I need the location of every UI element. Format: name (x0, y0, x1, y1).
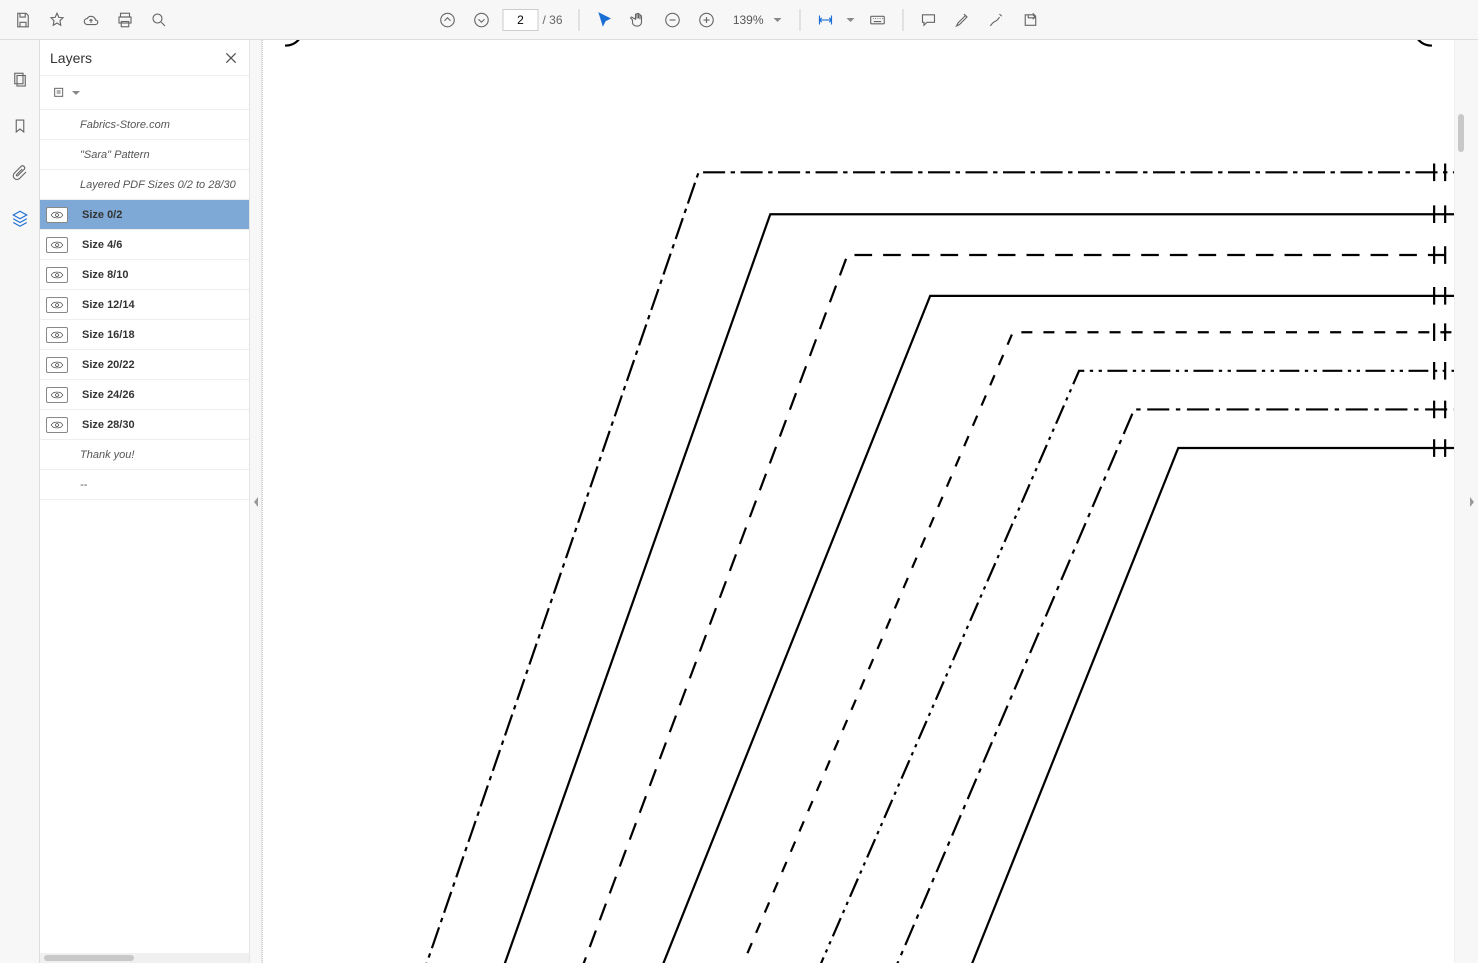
keyboard-button[interactable] (861, 3, 895, 37)
scrollbar-thumb[interactable] (44, 955, 134, 961)
visibility-toggle[interactable] (46, 207, 68, 223)
panel-horizontal-scrollbar[interactable] (40, 953, 249, 963)
layer-size-row[interactable]: Size 20/22 (40, 350, 249, 380)
chevron-down-icon (847, 18, 855, 22)
layer-info-row[interactable]: Fabrics-Store.com (40, 110, 249, 140)
thumbnails-tab[interactable] (6, 66, 34, 94)
erase-button[interactable] (1014, 3, 1048, 37)
collapse-sidepanel-button[interactable] (250, 40, 262, 963)
layer-size-row[interactable]: Size 4/6 (40, 230, 249, 260)
visibility-toggle[interactable] (46, 387, 68, 403)
visibility-toggle[interactable] (46, 267, 68, 283)
pan-tool[interactable] (622, 3, 656, 37)
layer-label: Size 24/26 (82, 389, 135, 401)
page-up-button[interactable] (430, 3, 464, 37)
layer-size-row[interactable]: Size 12/14 (40, 290, 249, 320)
layers-panel: Layers Fabrics-Store.com "Sara" Pattern … (40, 40, 250, 963)
viewer-vertical-scrollbar[interactable] (1454, 40, 1466, 963)
layer-size-row[interactable]: Size 24/26 (40, 380, 249, 410)
layer-label: Size 20/22 (82, 359, 135, 371)
page-total-label: / 36 (542, 13, 562, 27)
visibility-toggle[interactable] (46, 357, 68, 373)
cloud-upload-button[interactable] (74, 3, 108, 37)
layer-size-row[interactable]: Size 8/10 (40, 260, 249, 290)
layer-info-row[interactable]: "Sara" Pattern (40, 140, 249, 170)
scrollbar-thumb[interactable] (1458, 114, 1464, 152)
layer-size-row[interactable]: Size 16/18 (40, 320, 249, 350)
page-down-button[interactable] (464, 3, 498, 37)
save-button[interactable] (6, 3, 40, 37)
layers-tab[interactable] (6, 204, 34, 232)
layer-size-row[interactable]: Size 0/2 (40, 200, 249, 230)
print-button[interactable] (108, 3, 142, 37)
visibility-toggle[interactable] (46, 237, 68, 253)
document-viewer[interactable] (262, 40, 1454, 963)
layer-label: Size 8/10 (82, 269, 128, 281)
toolbar-separator (903, 9, 904, 31)
chevron-down-icon (72, 91, 80, 95)
bookmarks-tab[interactable] (6, 112, 34, 140)
visibility-toggle[interactable] (46, 297, 68, 313)
comment-button[interactable] (912, 3, 946, 37)
attachments-tab[interactable] (6, 158, 34, 186)
close-panel-button[interactable] (223, 50, 239, 66)
zoom-out-button[interactable] (656, 3, 690, 37)
layers-options-button[interactable] (48, 83, 90, 103)
layer-label: Size 28/30 (82, 419, 135, 431)
layer-label: Size 4/6 (82, 239, 122, 251)
layer-info-row[interactable]: Layered PDF Sizes 0/2 to 28/30 (40, 170, 249, 200)
zoom-value-label: 139% (728, 13, 768, 27)
layer-size-row[interactable]: Size 28/30 (40, 410, 249, 440)
find-button[interactable] (142, 3, 176, 37)
pattern-drawing (263, 40, 1454, 963)
zoom-dropdown[interactable]: 139% (728, 13, 788, 27)
layer-label: Size 0/2 (82, 209, 122, 221)
left-tabstrip (0, 40, 40, 963)
zoom-in-button[interactable] (690, 3, 724, 37)
fit-width-button[interactable] (809, 3, 843, 37)
chevron-down-icon (774, 18, 782, 22)
page-number-input[interactable] (502, 9, 538, 31)
layer-info-row[interactable]: Thank you! (40, 440, 249, 470)
layer-list: Fabrics-Store.com "Sara" Pattern Layered… (40, 110, 249, 953)
top-toolbar: / 36 139% (0, 0, 1478, 40)
highlight-button[interactable] (946, 3, 980, 37)
expand-right-panel-button[interactable] (1466, 40, 1478, 963)
layer-info-row[interactable]: -- (40, 470, 249, 500)
panel-title: Layers (50, 50, 92, 66)
visibility-toggle[interactable] (46, 327, 68, 343)
visibility-toggle[interactable] (46, 417, 68, 433)
layer-label: Size 16/18 (82, 329, 135, 341)
select-tool[interactable] (588, 3, 622, 37)
toolbar-separator (800, 9, 801, 31)
layer-label: Size 12/14 (82, 299, 135, 311)
draw-button[interactable] (980, 3, 1014, 37)
star-button[interactable] (40, 3, 74, 37)
toolbar-separator (579, 9, 580, 31)
